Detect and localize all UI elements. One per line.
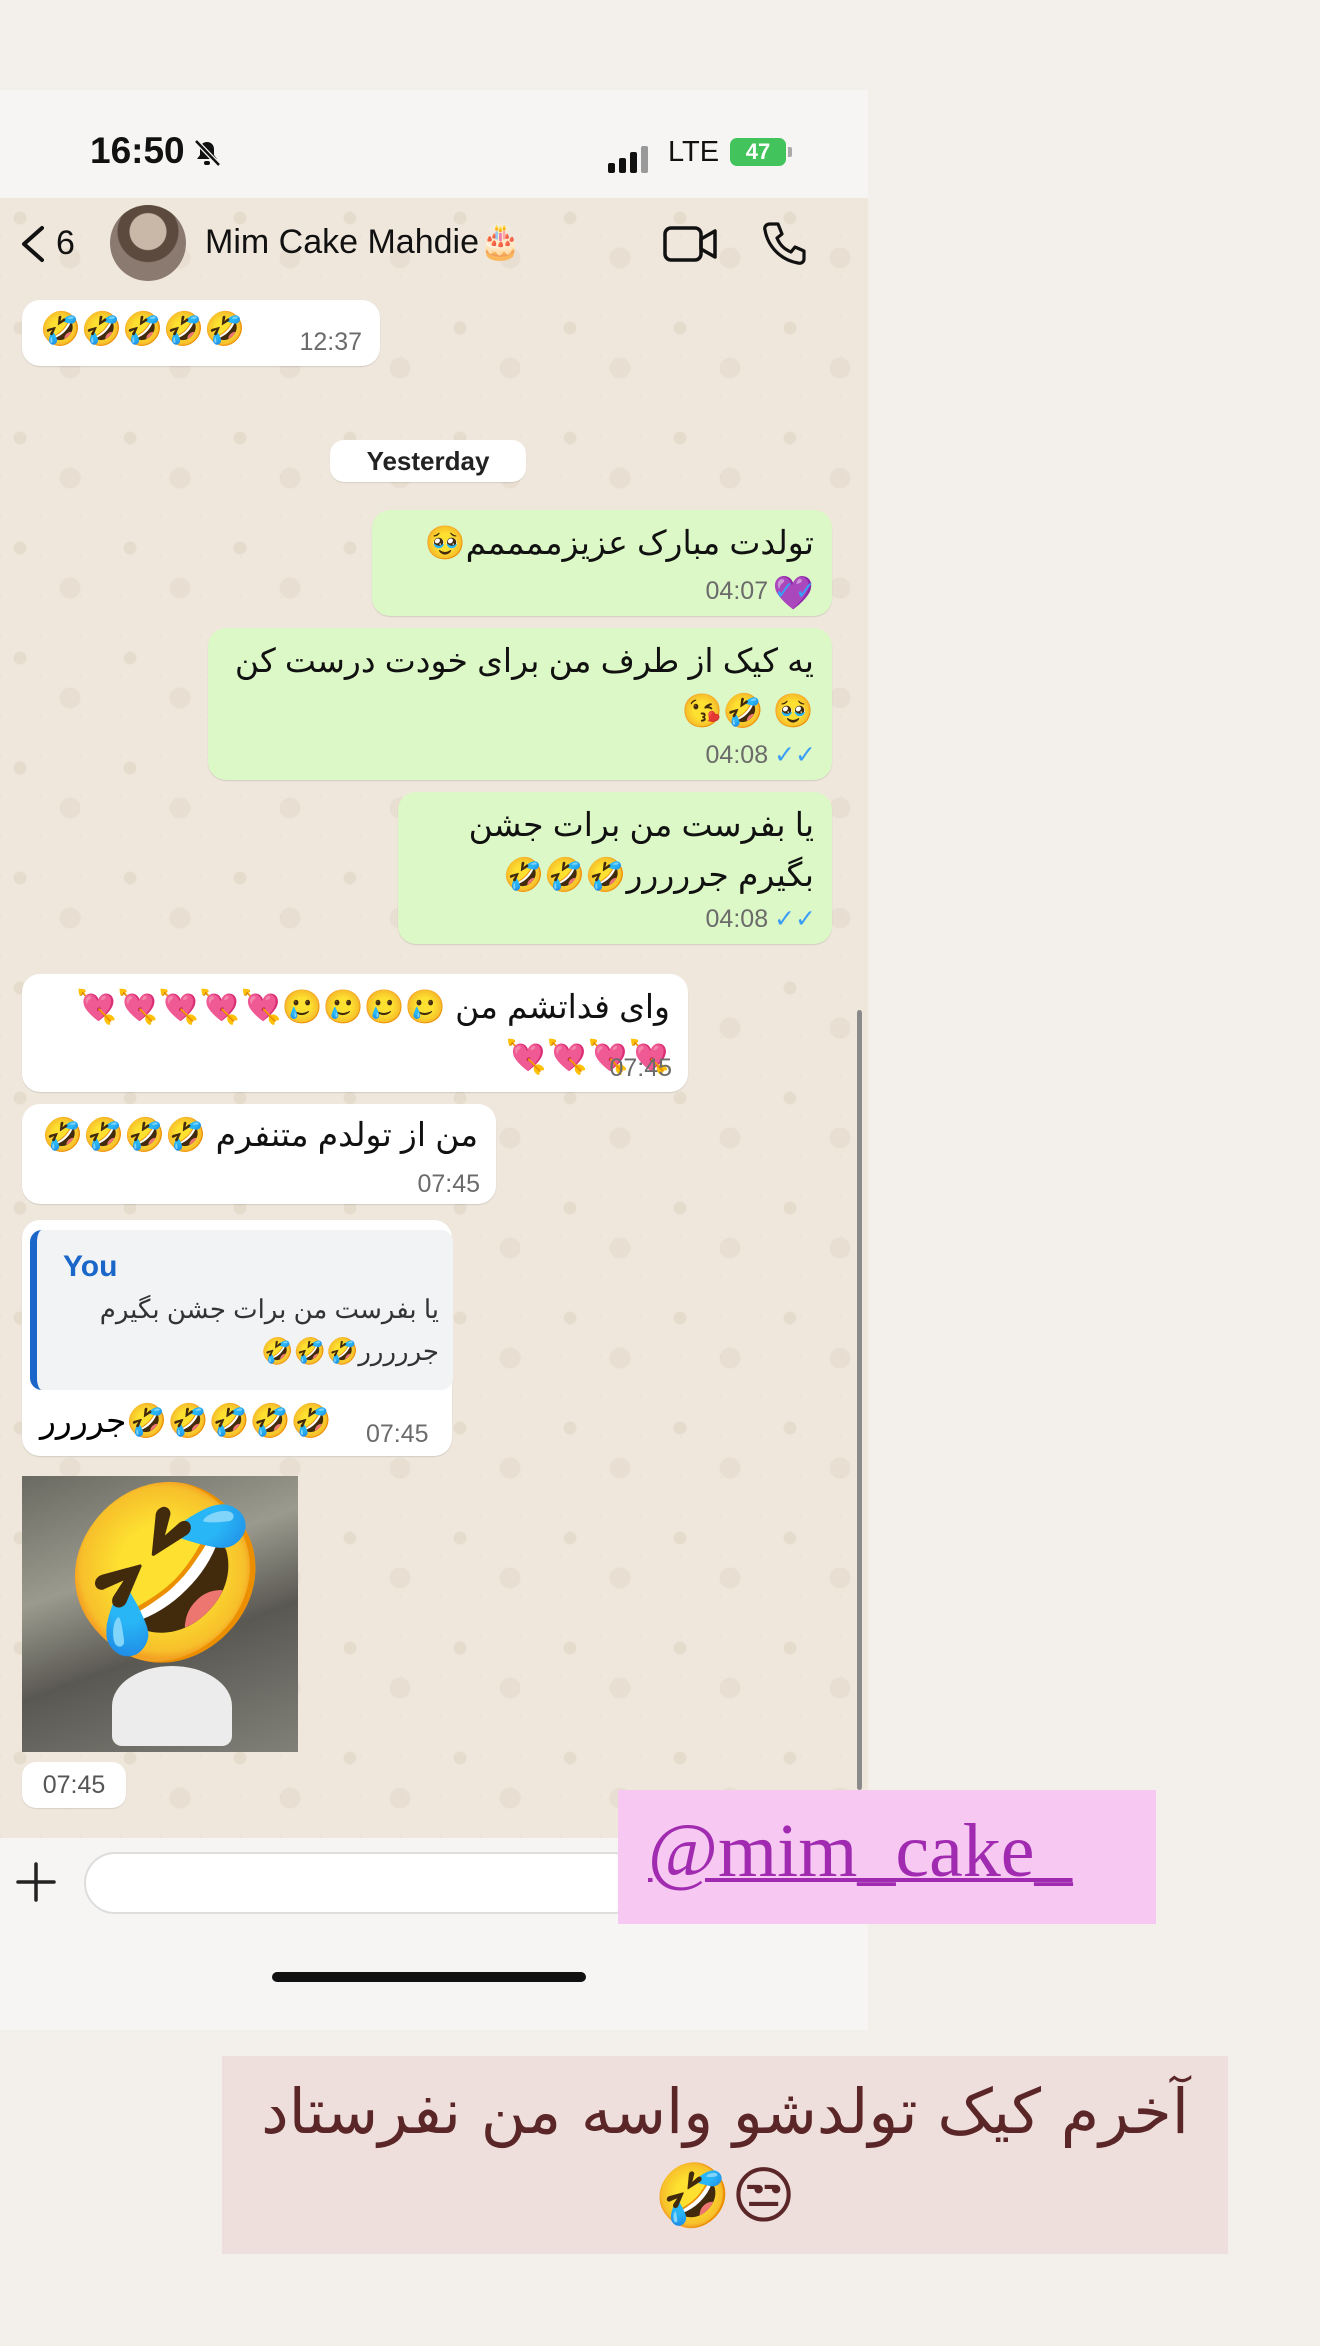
message-time: 07:45 — [609, 1054, 672, 1082]
reply-text: یا بفرست من برات جشن بگیرم جررررر🤣🤣🤣 — [99, 1294, 439, 1366]
read-receipt-icon: ✓✓ — [774, 577, 816, 605]
message-time: 04:08 ✓✓ — [705, 905, 816, 933]
back-unread-count[interactable]: 6 — [56, 224, 75, 263]
watermark-label: @mim_cake_ — [618, 1790, 1156, 1924]
photo-emoji-sticker: 🤣 — [60, 1479, 272, 1669]
message-text: جرررر🤣🤣🤣🤣🤣 — [40, 1402, 332, 1439]
message-bubble[interactable]: یه کیک از طرف من برای خودت درست کن🥹 🤣😘 0… — [208, 628, 832, 780]
message-bubble[interactable]: من از تولدم متنفرم 🤣🤣🤣🤣 07:45 — [22, 1104, 496, 1204]
photo-message[interactable]: 🤣 — [22, 1476, 298, 1752]
chevron-left-icon[interactable] — [14, 222, 54, 266]
message-text: 🤣🤣🤣🤣🤣 — [40, 310, 246, 347]
video-camera-icon[interactable] — [662, 224, 718, 264]
bell-slash-icon — [194, 139, 221, 167]
plus-icon[interactable] — [14, 1860, 58, 1904]
contact-name[interactable]: Mim Cake Mahdie🎂 — [205, 222, 521, 262]
message-text: یه کیک از طرف من برای خودت درست کن🥹 🤣😘 — [234, 642, 814, 729]
avatar[interactable] — [110, 205, 186, 281]
message-input[interactable] — [84, 1852, 644, 1914]
message-time: 07:45 — [366, 1420, 429, 1448]
status-time: 16:50 — [90, 130, 185, 171]
caption-text: آخرم کیک تولدشو واسه من نفرستاد 😒🤣 — [261, 2075, 1189, 2232]
message-bubble[interactable]: تولدت مبارک عزیزممممم🥹💜 04:07 ✓✓ — [372, 510, 832, 616]
read-receipt-icon: ✓✓ — [774, 741, 816, 769]
date-separator: Yesterday — [330, 440, 526, 482]
message-bubble[interactable]: یا بفرست من برات جشن بگیرم جررررر🤣🤣🤣 04:… — [398, 792, 832, 944]
message-time: 07:45 — [22, 1762, 126, 1808]
quoted-reply[interactable]: You یا بفرست من برات جشن بگیرم جررررر🤣🤣🤣 — [30, 1230, 453, 1390]
reply-author: You — [63, 1250, 118, 1283]
scrollbar[interactable] — [857, 1010, 862, 1790]
network-type: LTE — [668, 136, 720, 168]
read-receipt-icon: ✓✓ — [774, 905, 816, 933]
phone-icon[interactable] — [762, 220, 806, 266]
photo-bowl — [112, 1666, 232, 1746]
watermark-text: @mim_cake_ — [648, 1809, 1073, 1893]
battery-tip — [788, 147, 792, 157]
signal-icon — [608, 146, 648, 173]
battery-level: 47 — [730, 138, 786, 166]
message-time: 07:45 — [417, 1170, 480, 1198]
caption-box: آخرم کیک تولدشو واسه من نفرستاد 😒🤣 — [222, 2056, 1228, 2254]
message-bubble[interactable]: 🤣🤣🤣🤣🤣 12:37 — [22, 300, 380, 366]
message-time: 04:07 ✓✓ — [705, 577, 816, 605]
message-bubble[interactable]: وای فداتشم من 🥲🥲🥲🥲💘💘💘💘💘 💘💘💘💘 07:45 — [22, 974, 688, 1092]
message-text: وای فداتشم من 🥲🥲🥲🥲💘💘💘💘💘 💘💘💘💘 — [76, 988, 670, 1075]
message-time: 12:37 — [299, 328, 362, 356]
message-time: 04:08 ✓✓ — [705, 741, 816, 769]
message-text: من از تولدم متنفرم 🤣🤣🤣🤣 — [42, 1116, 478, 1153]
message-text: یا بفرست من برات جشن بگیرم جررررر🤣🤣🤣 — [468, 806, 814, 893]
home-indicator[interactable] — [272, 1972, 586, 1982]
